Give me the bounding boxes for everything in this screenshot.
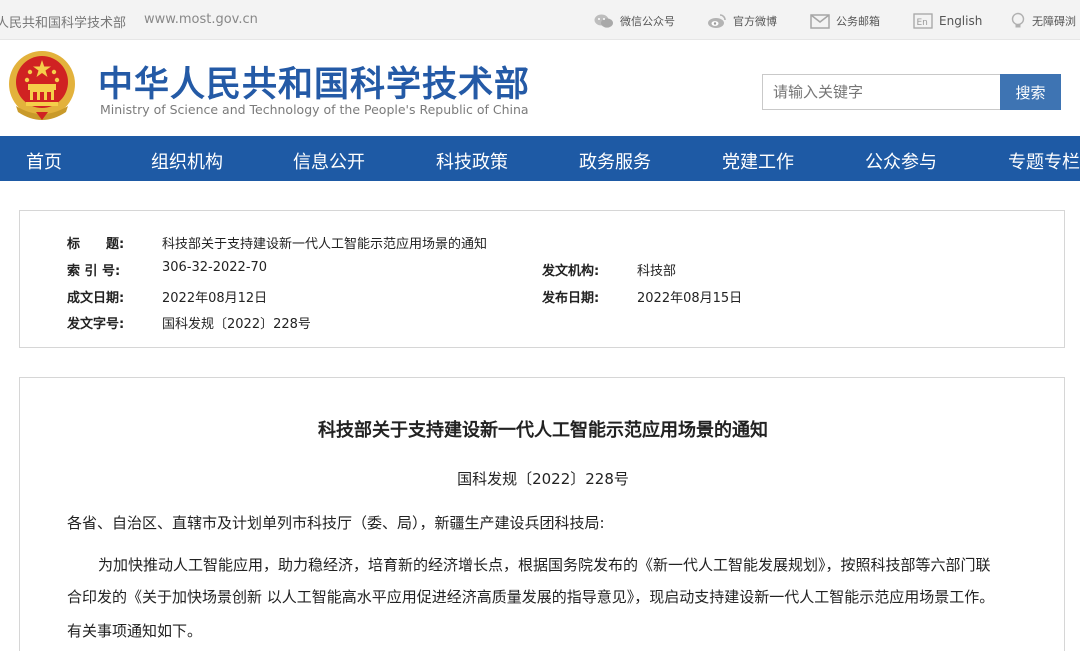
wechat-link[interactable]: 微信公众号: [594, 10, 675, 32]
english-icon: En: [913, 13, 933, 29]
nav-item-public[interactable]: 公众参与: [865, 148, 937, 174]
lightbulb-icon: [1011, 12, 1025, 28]
mail-icon: [810, 13, 830, 29]
weibo-icon: [708, 14, 726, 28]
mail-label: 公务邮箱: [836, 15, 880, 28]
article-body: 科技部关于支持建设新一代人工智能示范应用场景的通知 国科发规〔2022〕228号…: [19, 377, 1065, 651]
article-paragraph-line: 有关事项通知如下。: [67, 622, 203, 640]
main-nav: 首页 组织机构 信息公开 科技政策 政务服务 党建工作 公众参与 专题专栏: [0, 136, 1080, 181]
weibo-label: 官方微博: [733, 15, 777, 28]
docno-value: 国科发规〔2022〕228号: [162, 317, 311, 332]
article-title: 科技部关于支持建设新一代人工智能示范应用场景的通知: [318, 420, 768, 441]
national-emblem-icon: [9, 51, 75, 120]
article-salutation: 各省、自治区、直辖市及计划单列市科技厅（委、局），新疆生产建设兵团科技局:: [67, 514, 605, 532]
document-metadata: 标 题: 科技部关于支持建设新一代人工智能示范应用场景的通知 索 引 号: 30…: [19, 210, 1065, 348]
nav-item-disclosure[interactable]: 信息公开: [293, 148, 365, 174]
docno-label: 发文字号:: [67, 317, 125, 332]
title-label: 标 题:: [67, 237, 125, 252]
wechat-icon: [594, 14, 613, 28]
ministry-title-cn: 中华人民共和国科学技术部: [98, 65, 531, 105]
nav-item-services[interactable]: 政务服务: [579, 148, 651, 174]
nav-item-topics[interactable]: 专题专栏: [1008, 148, 1080, 174]
nav-item-policy[interactable]: 科技政策: [436, 148, 508, 174]
accessibility-link[interactable]: 无障碍浏: [1010, 10, 1076, 32]
top-bar: 人民共和国科学技术部 www.most.gov.cn 微信公众号 官方微博 公务…: [0, 0, 1080, 40]
created-value: 2022年08月12日: [162, 291, 268, 306]
mail-link[interactable]: 公务邮箱: [810, 10, 880, 32]
article-doc-number: 国科发规〔2022〕228号: [457, 470, 629, 488]
nav-item-home[interactable]: 首页: [26, 148, 62, 174]
article-paragraph-line: 为加快推动人工智能应用，助力稳经济，培育新的经济增长点，根据国务院发布的《新一代…: [98, 556, 991, 574]
english-link[interactable]: En English: [913, 10, 982, 32]
svg-text:En: En: [917, 18, 928, 28]
published-value: 2022年08月15日: [637, 291, 743, 306]
title-value: 科技部关于支持建设新一代人工智能示范应用场景的通知: [162, 237, 488, 252]
wechat-label: 微信公众号: [620, 15, 675, 28]
site-url[interactable]: www.most.gov.cn: [144, 12, 258, 27]
nav-item-organization[interactable]: 组织机构: [151, 148, 223, 174]
issuer-label: 发文机构:: [542, 264, 600, 279]
nav-item-party[interactable]: 党建工作: [722, 148, 794, 174]
site-name[interactable]: 人民共和国科学技术部: [0, 12, 126, 31]
english-label: English: [939, 14, 983, 28]
issuer-value: 科技部: [637, 264, 677, 279]
created-label: 成文日期:: [67, 291, 125, 306]
accessibility-label: 无障碍浏: [1032, 15, 1076, 28]
index-value: 306-32-2022-70: [162, 260, 268, 275]
search-button[interactable]: 搜索: [1000, 74, 1061, 110]
search-input[interactable]: [762, 74, 1002, 110]
article-paragraph-line: 合印发的《关于加快场景创新 以人工智能高水平应用促进经济高质量发展的指导意见》，…: [67, 588, 995, 606]
weibo-link[interactable]: 官方微博: [707, 10, 777, 32]
published-label: 发布日期:: [542, 291, 600, 306]
index-label: 索 引 号:: [67, 264, 121, 279]
site-header: 中华人民共和国科学技术部 Ministry of Science and Tec…: [0, 40, 1080, 136]
ministry-title-en: Ministry of Science and Technology of th…: [100, 102, 529, 117]
